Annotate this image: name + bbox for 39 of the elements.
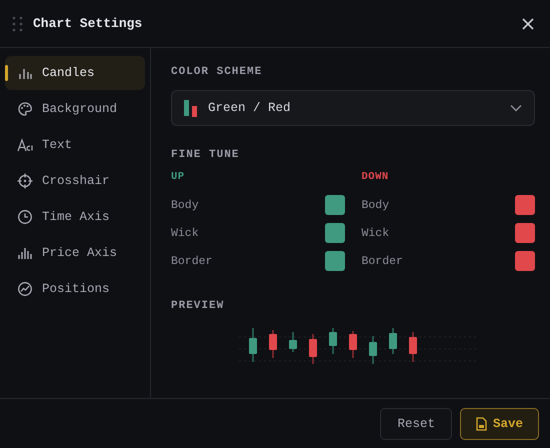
sidebar-item[interactable]: Background [5, 92, 145, 126]
close-button[interactable] [520, 16, 536, 32]
section-heading: COLOR SCHEME [171, 66, 264, 78]
color-label: Body [171, 198, 199, 212]
column-heading: UP [171, 171, 186, 185]
palette-icon [17, 101, 33, 117]
color-label: Body [362, 198, 390, 212]
chevron-down-icon [510, 104, 522, 112]
section-heading: PREVIEW [171, 300, 226, 312]
color-swatch[interactable] [324, 223, 344, 243]
color-swatch[interactable] [515, 251, 535, 271]
sidebar-item[interactable]: Price Axis [5, 236, 145, 270]
reset-button[interactable]: Reset [380, 408, 452, 440]
trend-icon [17, 281, 33, 297]
candle-colors-icon [184, 100, 198, 116]
color-label: Border [171, 254, 212, 268]
drag-handle-icon[interactable] [12, 16, 23, 32]
color-swatch[interactable] [324, 251, 344, 271]
sidebar-item[interactable]: Time Axis [5, 200, 145, 234]
sidebar-item[interactable]: Text [5, 128, 145, 162]
column-heading: DOWN [362, 171, 390, 185]
color-label: Border [362, 254, 403, 268]
color-label: Wick [362, 226, 390, 240]
section-heading: FINE TUNE [171, 149, 240, 161]
sidebar-item[interactable]: Crosshair [5, 164, 145, 198]
clock-icon [17, 209, 33, 225]
color-label: Wick [171, 226, 199, 240]
sidebar-item[interactable]: Candles [5, 56, 145, 90]
window-title: Chart Settings [33, 16, 144, 31]
save-button[interactable]: Save [460, 408, 539, 440]
text-icon [17, 137, 33, 153]
sidebar-item[interactable]: Positions [5, 272, 145, 306]
color-swatch[interactable] [324, 195, 344, 215]
crosshair-icon [17, 173, 33, 189]
color-scheme-dropdown[interactable]: Green / Red [171, 90, 535, 126]
color-swatch[interactable] [515, 223, 535, 243]
bar-chart-icon [17, 245, 33, 261]
document-icon [476, 416, 487, 430]
color-swatch[interactable] [515, 195, 535, 215]
